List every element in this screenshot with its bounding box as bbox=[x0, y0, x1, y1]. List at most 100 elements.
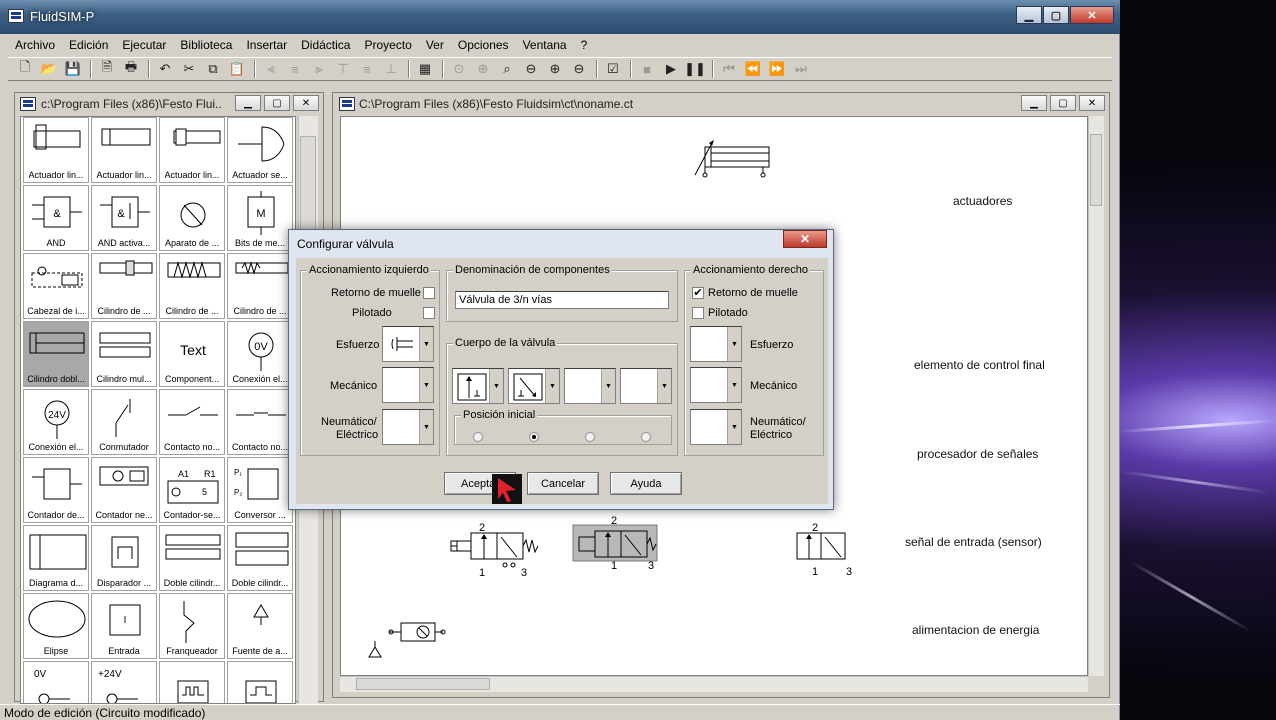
step-back-icon[interactable]: ⏪ bbox=[742, 59, 764, 79]
library-item[interactable]: Actuador lin... bbox=[159, 117, 225, 183]
valve-32-selected-symbol[interactable]: 2 1 3 bbox=[572, 515, 673, 579]
circuit-vscrollbar[interactable] bbox=[1088, 116, 1104, 676]
component-name-input[interactable]: Válvula de 3/n vías bbox=[455, 291, 669, 309]
library-item[interactable]: Franqueador bbox=[159, 593, 225, 659]
library-item[interactable]: Actuador se... bbox=[227, 117, 293, 183]
library-item[interactable]: M Bits de me... bbox=[227, 185, 293, 251]
undo-icon[interactable]: ↶ bbox=[154, 59, 176, 79]
library-item[interactable]: & AND bbox=[23, 185, 89, 251]
valve-body-position-1-select[interactable]: ▼ bbox=[452, 368, 504, 404]
zoom-fit-icon[interactable]: ⊙ bbox=[448, 59, 470, 79]
left-mechanical-select[interactable]: ▼ bbox=[382, 367, 434, 403]
initial-position-radio-3[interactable] bbox=[585, 432, 595, 442]
library-item[interactable]: Cilindro de ... bbox=[227, 253, 293, 319]
library-item[interactable]: Contacto no... bbox=[227, 389, 293, 455]
print-preview-icon[interactable]: 🗎 bbox=[96, 59, 118, 79]
library-item[interactable]: Contador ne... bbox=[91, 457, 157, 523]
left-muscular-select[interactable]: ▼ bbox=[382, 326, 434, 362]
play-icon[interactable]: ▶ bbox=[660, 59, 682, 79]
align-middle-icon[interactable]: ≡ bbox=[356, 59, 378, 79]
menu-2[interactable]: Ejecutar bbox=[115, 36, 173, 54]
menu-0[interactable]: Archivo bbox=[8, 36, 62, 54]
library-item[interactable]: Cilindro mul... bbox=[91, 321, 157, 387]
library-item[interactable]: Diagrama d... bbox=[23, 525, 89, 591]
step-forward-icon[interactable]: ⏩ bbox=[766, 59, 788, 79]
library-item[interactable] bbox=[227, 661, 293, 703]
zoom-previous-icon[interactable]: ⊖ bbox=[520, 59, 542, 79]
energy-supply-symbol[interactable] bbox=[367, 617, 457, 667]
fast-forward-icon[interactable]: ⏭ bbox=[790, 59, 812, 79]
zoom-window-icon[interactable]: ⌕ bbox=[496, 59, 518, 79]
minimize-button[interactable]: ▁ bbox=[1016, 6, 1042, 24]
left-pneumatic-electric-select[interactable]: ▼ bbox=[382, 409, 434, 445]
valve-32-pushbutton-symbol[interactable]: 2 1 3 bbox=[449, 519, 549, 579]
right-piloted-checkbox[interactable] bbox=[692, 307, 704, 319]
help-button[interactable]: Ayuda bbox=[610, 472, 682, 495]
menu-9[interactable]: Ventana bbox=[516, 36, 574, 54]
circuit-hscrollbar[interactable] bbox=[340, 676, 1088, 692]
right-muscular-select[interactable]: ▼ bbox=[690, 326, 742, 362]
circuit-minimize-button[interactable]: ▁ bbox=[1021, 95, 1047, 111]
align-top-icon[interactable]: ⊤ bbox=[332, 59, 354, 79]
library-close-button[interactable]: ✕ bbox=[293, 95, 319, 111]
circuit-maximize-button[interactable]: ▢ bbox=[1050, 95, 1076, 111]
rewind-icon[interactable]: ⏮ bbox=[718, 59, 740, 79]
zoom-out-icon[interactable]: ⊖ bbox=[568, 59, 590, 79]
align-right-icon[interactable]: ⫸ bbox=[308, 59, 330, 79]
library-item[interactable]: 24V Conexión el... bbox=[23, 389, 89, 455]
library-item[interactable]: A1 R1 5 Contador-se... bbox=[159, 457, 225, 523]
library-item[interactable]: Cilindro dobl... bbox=[23, 321, 89, 387]
dialog-close-button[interactable]: ✕ bbox=[783, 230, 827, 248]
maximize-button[interactable]: ▢ bbox=[1043, 6, 1069, 24]
menu-3[interactable]: Biblioteca bbox=[173, 36, 239, 54]
grid-icon[interactable]: ▦ bbox=[414, 59, 436, 79]
save-icon[interactable]: 💾 bbox=[62, 59, 84, 79]
library-item[interactable]: Aparato de ... bbox=[159, 185, 225, 251]
zoom-in-icon[interactable]: ⊕ bbox=[544, 59, 566, 79]
align-left-icon[interactable]: ⫷ bbox=[260, 59, 282, 79]
valve-body-position-4-select[interactable]: ▼ bbox=[620, 368, 672, 404]
library-item[interactable]: Actuador lin... bbox=[91, 117, 157, 183]
circuit-hscroll-thumb[interactable] bbox=[356, 678, 490, 690]
library-item[interactable]: Disparador ... bbox=[91, 525, 157, 591]
library-item[interactable]: 0V Conexión el... bbox=[227, 321, 293, 387]
check-icon[interactable]: ☑ bbox=[602, 59, 624, 79]
paste-icon[interactable]: 📋 bbox=[226, 59, 248, 79]
library-item[interactable]: Actuador lin... bbox=[23, 117, 89, 183]
right-mechanical-select[interactable]: ▼ bbox=[690, 367, 742, 403]
pause-icon[interactable]: ❚❚ bbox=[684, 59, 706, 79]
library-item[interactable] bbox=[159, 661, 225, 703]
align-center-icon[interactable]: ≡ bbox=[284, 59, 306, 79]
open-folder-icon[interactable]: 📂 bbox=[38, 59, 60, 79]
library-item[interactable]: Doble cilindr... bbox=[159, 525, 225, 591]
valve-32-sensor-symbol[interactable]: 2 1 3 bbox=[793, 519, 873, 579]
double-acting-cylinder-symbol[interactable] bbox=[691, 139, 781, 189]
library-item[interactable]: Cabezal de i... bbox=[23, 253, 89, 319]
align-bottom-icon[interactable]: ⊥ bbox=[380, 59, 402, 79]
library-item[interactable]: 0V bbox=[23, 661, 89, 703]
stop-icon[interactable]: ■ bbox=[636, 59, 658, 79]
menu-4[interactable]: Insertar bbox=[239, 36, 294, 54]
valve-body-position-3-select[interactable]: ▼ bbox=[564, 368, 616, 404]
library-item[interactable]: Conmutador bbox=[91, 389, 157, 455]
library-item[interactable]: Elipse bbox=[23, 593, 89, 659]
menu-1[interactable]: Edición bbox=[62, 36, 115, 54]
copy-icon[interactable]: ⧉ bbox=[202, 59, 224, 79]
library-item[interactable]: & AND activa... bbox=[91, 185, 157, 251]
library-item[interactable]: P₁ P₂ Conversor ... bbox=[227, 457, 293, 523]
cut-icon[interactable]: ✂ bbox=[178, 59, 200, 79]
library-maximize-button[interactable]: ▢ bbox=[264, 95, 290, 111]
zoom-select-icon[interactable]: ⊕ bbox=[472, 59, 494, 79]
circuit-close-button[interactable]: ✕ bbox=[1079, 95, 1105, 111]
print-icon[interactable]: 🖶 bbox=[120, 59, 142, 79]
left-piloted-checkbox[interactable] bbox=[423, 307, 435, 319]
menu-10[interactable]: ? bbox=[574, 36, 595, 54]
library-item[interactable]: I Entrada bbox=[91, 593, 157, 659]
close-button[interactable]: ✕ bbox=[1070, 6, 1114, 24]
valve-body-position-2-select[interactable]: ▼ bbox=[508, 368, 560, 404]
library-item[interactable]: Contacto no... bbox=[159, 389, 225, 455]
library-item[interactable]: Cilindro de ... bbox=[159, 253, 225, 319]
menu-7[interactable]: Ver bbox=[419, 36, 451, 54]
library-item[interactable]: +24V bbox=[91, 661, 157, 703]
right-pneumatic-electric-select[interactable]: ▼ bbox=[690, 409, 742, 445]
